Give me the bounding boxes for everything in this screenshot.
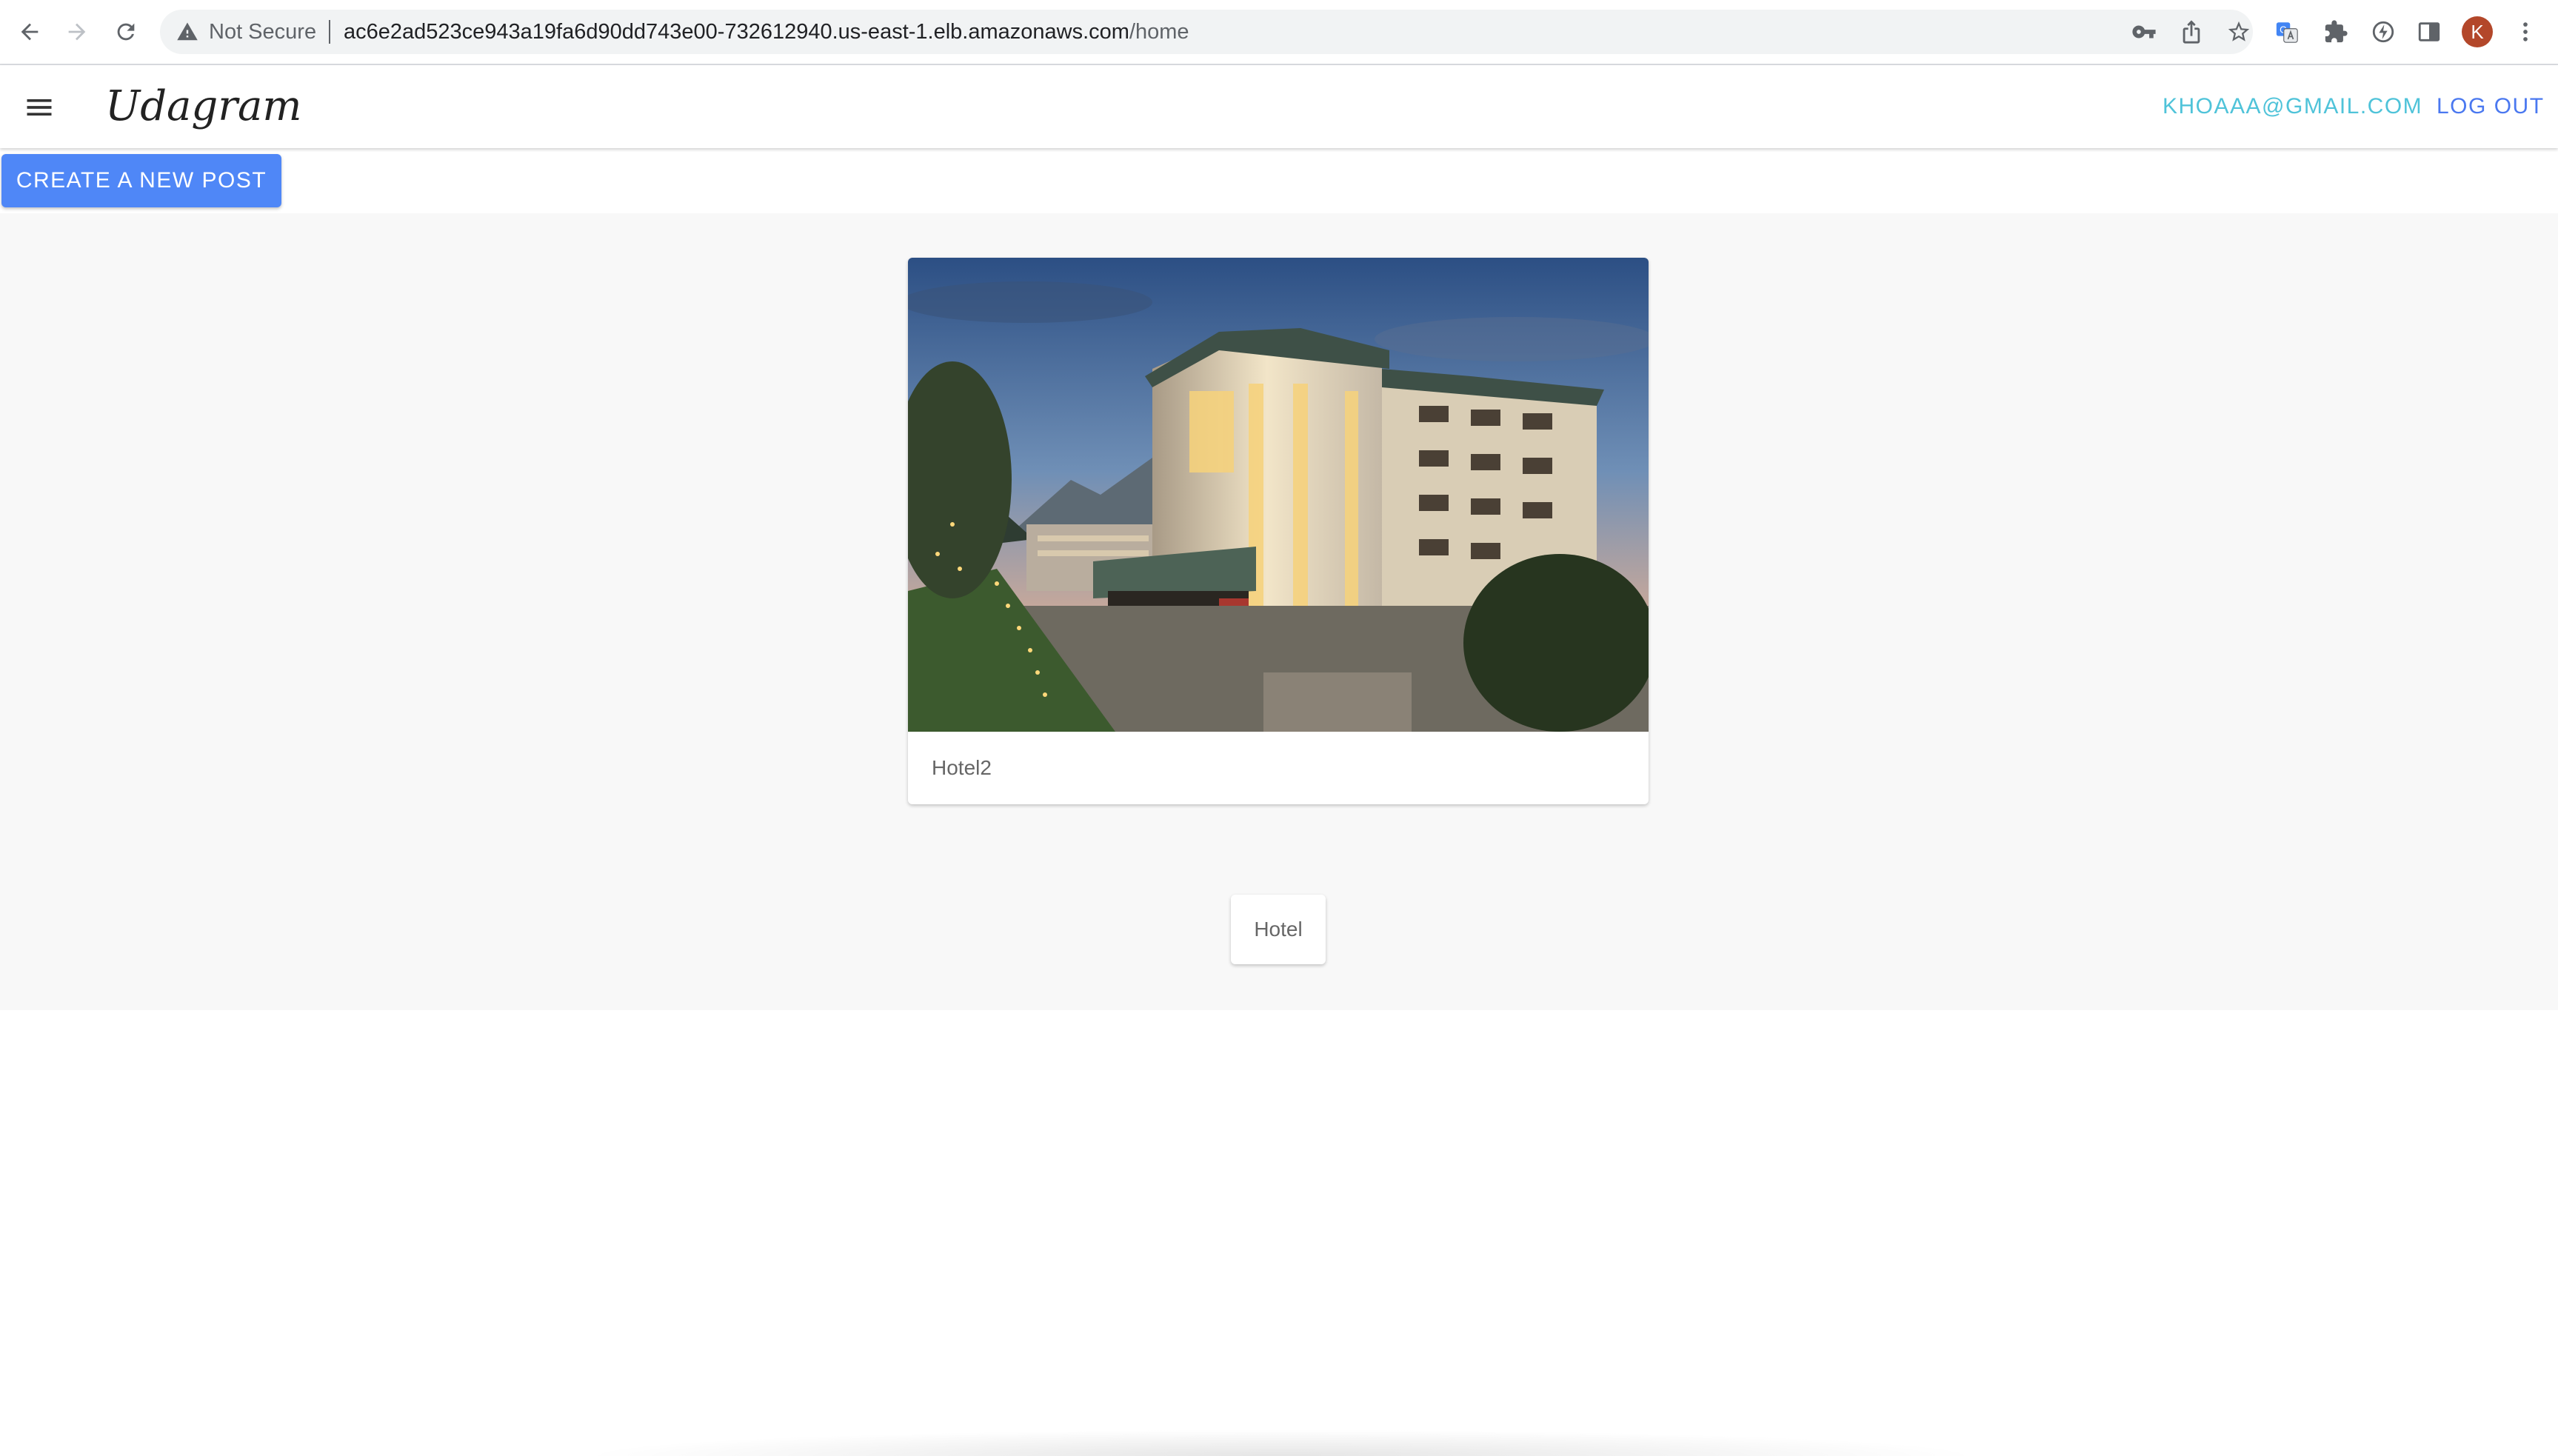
menu-icon	[27, 99, 52, 116]
post-caption: Hotel	[1254, 918, 1303, 941]
url-path: /home	[1129, 20, 1189, 44]
logout-button[interactable]: LOG OUT	[2437, 92, 2545, 121]
forward-button[interactable]	[61, 16, 93, 48]
warning-icon	[177, 22, 198, 41]
omnibox-separator	[329, 20, 330, 44]
hamburger-menu-button[interactable]	[21, 89, 58, 126]
app-header: Udagram KHOAAA@GMAIL.COM LOG OUT	[0, 65, 2558, 148]
arrow-right-icon	[68, 23, 86, 41]
post-card[interactable]: Hotel	[1231, 895, 1326, 964]
address-bar[interactable]: Not Secure ac6e2ad523ce943a19fa6d90dd743…	[160, 10, 2253, 54]
url-host: ac6e2ad523ce943a19fa6d90dd743e00-7326129…	[344, 20, 1129, 44]
translate-icon[interactable]: G	[2272, 17, 2302, 47]
kebab-menu-icon[interactable]	[2511, 17, 2540, 47]
back-button[interactable]	[13, 16, 46, 48]
post-card[interactable]: Hotel2	[908, 258, 1649, 804]
security-status[interactable]: Not Secure	[209, 19, 316, 44]
key-icon[interactable]	[2131, 19, 2157, 44]
arrow-left-icon	[21, 23, 39, 41]
star-icon[interactable]	[2226, 19, 2251, 44]
bottom-edge-shadow	[578, 1429, 1985, 1456]
performance-icon[interactable]	[2368, 17, 2398, 47]
url-text[interactable]: ac6e2ad523ce943a19fa6d90dd743e00-7326129…	[344, 19, 1189, 44]
post-image	[908, 258, 1649, 732]
side-panel-icon[interactable]	[2414, 17, 2444, 47]
create-post-button[interactable]: CREATE A NEW POST	[1, 154, 281, 207]
app-logo[interactable]: Udagram	[105, 81, 302, 132]
profile-avatar[interactable]: K	[2462, 16, 2493, 47]
user-email-link[interactable]: KHOAAA@GMAIL.COM	[2163, 92, 2422, 121]
reload-button[interactable]	[110, 16, 142, 48]
browser-toolbar: Not Secure ac6e2ad523ce943a19fa6d90dd743…	[0, 0, 2558, 65]
extensions-icon[interactable]	[2321, 17, 2351, 47]
share-icon[interactable]	[2179, 19, 2204, 44]
post-caption: Hotel2	[932, 756, 992, 779]
reload-icon	[117, 23, 135, 41]
